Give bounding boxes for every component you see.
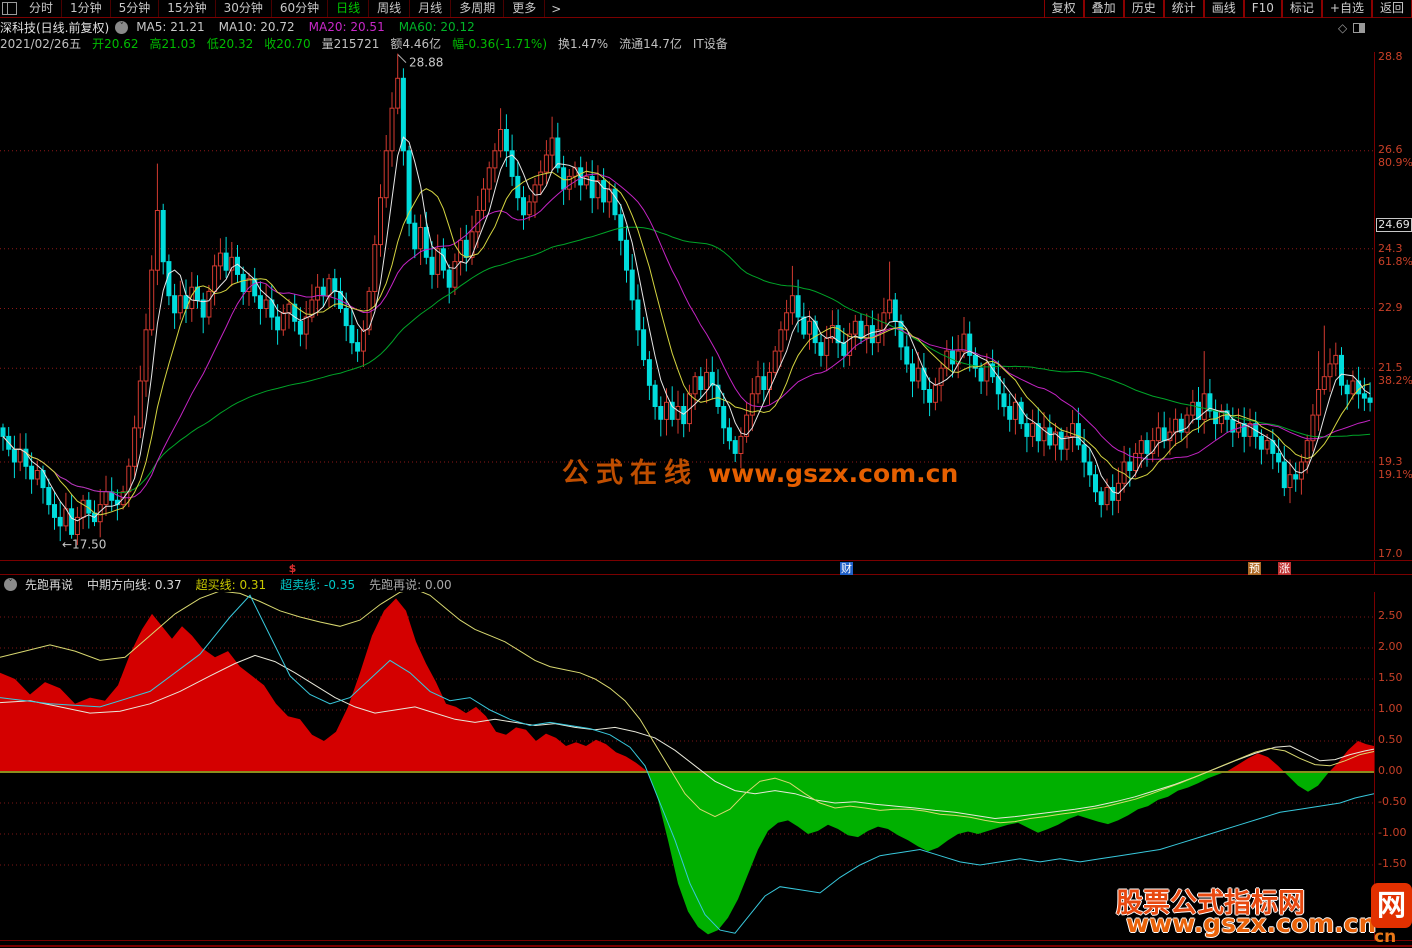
indicator-axis-label: 1.00 (1378, 703, 1403, 715)
price-axis-label: 28.8 (1378, 51, 1403, 63)
svg-text:←17.50: ←17.50 (62, 538, 106, 552)
toolbar-button-+自选[interactable]: +自选 (1322, 0, 1372, 18)
quote-field-8: 换1.47% (558, 35, 608, 52)
watermark-url: www.gszx.com.cn (708, 459, 958, 488)
toolbar-button-叠加[interactable]: 叠加 (1084, 0, 1124, 18)
toolbar-button-画线[interactable]: 画线 (1204, 0, 1244, 18)
event-marker-涨[interactable]: 涨 (1278, 562, 1291, 575)
layout-split-icon[interactable] (1353, 23, 1365, 33)
indicator-axis-label: 1.50 (1378, 672, 1403, 684)
indicator-axis-label: 0.50 (1378, 734, 1403, 746)
quote-field-7: 幅-0.36(-1.71%) (452, 35, 547, 52)
price-axis-label: 24.3 (1378, 243, 1403, 255)
period-item-5分钟[interactable]: 5分钟 (111, 0, 160, 17)
trading-app-window: 分时1分钟5分钟15分钟30分钟60分钟日线周线月线多周期更多 > 复权叠加历史… (0, 0, 1412, 948)
toolbar-button-统计[interactable]: 统计 (1164, 0, 1204, 18)
quote-info-bar: 2021/02/26五开20.62 高21.03 低20.32 收20.70 量2157… (0, 35, 1412, 51)
ma-values: MA5: 21.21 MA10: 20.72 MA20: 20.51 MA60: 20… (136, 20, 489, 34)
period-menubar: 分时1分钟5分钟15分钟30分钟60分钟日线周线月线多周期更多 > 复权叠加历史… (0, 0, 1412, 18)
time-axis: $ 财 预 涨 (0, 562, 1374, 575)
toolbar-button-复权[interactable]: 复权 (1044, 0, 1084, 18)
symbol-title: 深科技(日线.前复权) (0, 19, 109, 36)
main-price-axis: 28.826.680.9%24.361.8%22.921.538.2%19.31… (1374, 52, 1412, 561)
indicator-value-1: 中期方向线: 0.37 (87, 576, 182, 593)
indicator-axis-label: -0.50 (1378, 796, 1406, 808)
event-marker-预[interactable]: 预 (1248, 562, 1261, 575)
quote-field-3: 低20.32 (207, 35, 253, 52)
toolbar-button-标记[interactable]: 标记 (1282, 0, 1322, 18)
center-watermark: 公式在线 www.gszx.com.cn (562, 451, 958, 490)
price-axis-label: 26.6 (1378, 144, 1403, 156)
price-axis-label: 38.2% (1378, 375, 1412, 387)
price-axis-label: 61.8% (1378, 256, 1412, 268)
watermark-text: 公式在线 (562, 458, 698, 489)
window-split-icon[interactable] (2, 2, 17, 15)
price-axis-label: 21.5 (1378, 362, 1403, 374)
indicator-axis-label: 0.00 (1378, 765, 1403, 777)
site-logo-icon: 网 (1371, 883, 1412, 928)
chart-title-bar: 深科技(日线.前复权) ˅ MA5: 21.21 MA10: 20.72 MA20:… (0, 19, 1374, 35)
period-item-1分钟[interactable]: 1分钟 (62, 0, 111, 17)
footer-watermark-url: www.gszx.com.cn (1126, 909, 1376, 938)
period-item-30分钟[interactable]: 30分钟 (216, 0, 272, 17)
more-arrow-icon[interactable]: > (545, 2, 567, 16)
indicator-axis-label: 2.50 (1378, 610, 1403, 622)
quote-field-10: IT设备 (693, 35, 728, 52)
indicator-header: ˅ 先跑再说中期方向线: 0.37超买线: 0.31超卖线: -0.35先跑再说… (0, 577, 1374, 591)
indicator-values: 先跑再说中期方向线: 0.37 超买线: 0.31 超卖线: -0.35 先跑再说: … (25, 576, 466, 593)
period-item-更多[interactable]: 更多 (504, 0, 545, 17)
right-toolbar: 复权叠加历史统计画线F10标记+自选返回 (1044, 0, 1412, 18)
quote-field-1: 开20.62 (92, 35, 138, 52)
quote-field-0: 2021/02/26五 (0, 35, 81, 52)
price-axis-label: 22.9 (1378, 302, 1403, 314)
quote-field-5: 量215721 (322, 35, 380, 52)
price-axis-label: 19.3 (1378, 456, 1403, 468)
indicator-value-2: 超买线: 0.31 (196, 576, 267, 593)
ma-label-0: MA5: 21.21 (136, 20, 204, 34)
ma-label-1: MA10: 20.72 (219, 20, 295, 34)
indicator-axis-label: -1.00 (1378, 827, 1406, 839)
price-marker-box: 24.69 (1376, 218, 1412, 232)
quote-field-4: 收20.70 (264, 35, 310, 52)
period-item-月线[interactable]: 月线 (410, 0, 451, 17)
indicator-value-0: 先跑再说 (25, 576, 73, 593)
event-marker-$[interactable]: $ (286, 562, 299, 575)
price-axis-label: 19.1% (1378, 469, 1412, 481)
price-axis-label: 80.9% (1378, 157, 1412, 169)
ma-label-2: MA20: 20.51 (309, 20, 385, 34)
indicator-collapse-icon[interactable]: ˅ (4, 578, 17, 591)
quote-field-9: 流通14.7亿 (619, 35, 682, 52)
diamond-icon[interactable]: ◇ (1338, 21, 1347, 35)
ma-label-3: MA60: 20.12 (399, 20, 475, 34)
period-item-15分钟[interactable]: 15分钟 (159, 0, 215, 17)
indicator-value-3: 超卖线: -0.35 (280, 576, 355, 593)
period-menu: 分时1分钟5分钟15分钟30分钟60分钟日线周线月线多周期更多 (21, 0, 545, 17)
indicator-axis-label: 2.00 (1378, 641, 1403, 653)
period-item-分时[interactable]: 分时 (21, 0, 62, 17)
event-marker-财[interactable]: 财 (840, 562, 853, 575)
period-item-多周期[interactable]: 多周期 (451, 0, 504, 17)
bottom-border (0, 945, 1412, 947)
quote-field-6: 额4.46亿 (390, 35, 441, 52)
site-logo-cn: cn (1374, 927, 1396, 947)
toolbar-button-历史[interactable]: 历史 (1124, 0, 1164, 18)
period-item-60分钟[interactable]: 60分钟 (272, 0, 328, 17)
indicator-value-4: 先跑再说: 0.00 (369, 576, 452, 593)
quote-field-2: 高21.03 (150, 35, 196, 52)
toolbar-button-F10[interactable]: F10 (1244, 0, 1282, 18)
time-axis-corner (1374, 562, 1412, 575)
indicator-axis-label: -1.50 (1378, 858, 1406, 870)
toolbar-button-返回[interactable]: 返回 (1372, 0, 1412, 18)
period-item-日线[interactable]: 日线 (328, 0, 369, 17)
price-axis-label: 17.0 (1378, 548, 1403, 560)
svg-text:28.88: 28.88 (409, 56, 443, 70)
collapse-chevron-icon[interactable]: ˅ (115, 21, 128, 34)
period-item-周线[interactable]: 周线 (369, 0, 410, 17)
